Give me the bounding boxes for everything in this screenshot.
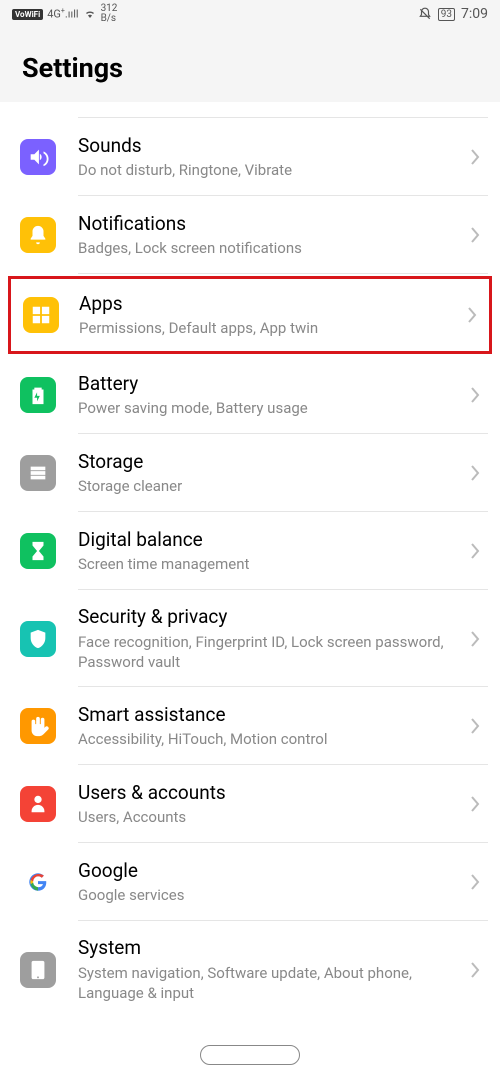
row-subtitle: Google services	[78, 885, 462, 905]
row-text: SoundsDo not disturb, Ringtone, Vibrate	[78, 134, 462, 181]
row-subtitle: Permissions, Default apps, App twin	[79, 318, 459, 338]
row-subtitle: Screen time management	[78, 554, 462, 574]
settings-row-smart-assistance[interactable]: Smart assistanceAccessibility, HiTouch, …	[0, 687, 500, 765]
settings-row-notifications[interactable]: NotificationsBadges, Lock screen notific…	[0, 196, 500, 274]
row-subtitle: Users, Accounts	[78, 807, 462, 827]
row-subtitle: Accessibility, HiTouch, Motion control	[78, 729, 462, 749]
chevron-right-icon	[470, 795, 480, 813]
row-text: AppsPermissions, Default apps, App twin	[79, 292, 459, 339]
row-subtitle: Face recognition, Fingerprint ID, Lock s…	[78, 632, 462, 673]
google-icon	[20, 864, 56, 900]
row-text: NotificationsBadges, Lock screen notific…	[78, 212, 462, 259]
row-subtitle: System navigation, Software update, Abou…	[78, 963, 462, 1004]
settings-row-users-accounts[interactable]: Users & accountsUsers, Accounts	[0, 765, 500, 843]
settings-row-apps[interactable]: AppsPermissions, Default apps, App twin	[8, 276, 492, 354]
chevron-right-icon	[470, 542, 480, 560]
status-left: VoWiFi 4G+.ııll 312B/s	[12, 4, 117, 24]
row-title: Smart assistance	[78, 703, 462, 728]
phone-icon	[20, 952, 56, 988]
row-text: Security & privacyFace recognition, Fing…	[78, 605, 462, 672]
row-text: Digital balanceScreen time management	[78, 528, 462, 575]
settings-row-security-privacy[interactable]: Security & privacyFace recognition, Fing…	[0, 590, 500, 687]
row-title: Security & privacy	[78, 605, 462, 630]
chevron-right-icon	[470, 873, 480, 891]
clock: 7:09	[461, 6, 488, 22]
row-title: Notifications	[78, 212, 462, 237]
row-text: SystemSystem navigation, Software update…	[78, 936, 462, 1003]
row-title: Storage	[78, 450, 462, 475]
row-subtitle: Storage cleaner	[78, 476, 462, 496]
apps-icon	[23, 297, 59, 333]
hand-icon	[20, 708, 56, 744]
page-title: Settings	[22, 52, 478, 84]
row-title: Google	[78, 859, 462, 884]
header: Settings	[0, 28, 500, 102]
partial-row-top	[0, 102, 500, 118]
settings-row-digital-balance[interactable]: Digital balanceScreen time management	[0, 512, 500, 590]
row-title: System	[78, 936, 462, 961]
row-text: Smart assistanceAccessibility, HiTouch, …	[78, 703, 462, 750]
row-text: Users & accountsUsers, Accounts	[78, 781, 462, 828]
sound-icon	[20, 139, 56, 175]
wifi-icon	[83, 8, 97, 20]
settings-list: SoundsDo not disturb, Ringtone, Vibrate N…	[0, 102, 500, 1018]
settings-row-sounds[interactable]: SoundsDo not disturb, Ringtone, Vibrate	[0, 118, 500, 196]
chevron-right-icon	[470, 148, 480, 166]
shield-icon	[20, 621, 56, 657]
row-title: Users & accounts	[78, 781, 462, 806]
settings-row-system[interactable]: SystemSystem navigation, Software update…	[0, 921, 500, 1018]
user-icon	[20, 786, 56, 822]
status-bar: VoWiFi 4G+.ııll 312B/s 93 7:09	[0, 0, 500, 28]
row-text: GoogleGoogle services	[78, 859, 462, 906]
chevron-right-icon	[470, 226, 480, 244]
bell-icon	[20, 217, 56, 253]
row-text: BatteryPower saving mode, Battery usage	[78, 372, 462, 419]
hourglass-icon	[20, 533, 56, 569]
row-title: Digital balance	[78, 528, 462, 553]
settings-row-google[interactable]: GoogleGoogle services	[0, 843, 500, 921]
vowifi-badge: VoWiFi	[12, 9, 43, 20]
speed-indicator: 312B/s	[101, 4, 118, 24]
row-title: Apps	[79, 292, 459, 317]
row-title: Battery	[78, 372, 462, 397]
network-indicator: 4G+.ııll	[47, 7, 78, 21]
row-title: Sounds	[78, 134, 462, 159]
battery-icon	[20, 377, 56, 413]
nav-home-pill[interactable]	[200, 1045, 300, 1065]
battery-indicator: 93	[438, 8, 455, 21]
row-subtitle: Power saving mode, Battery usage	[78, 398, 462, 418]
row-subtitle: Badges, Lock screen notifications	[78, 238, 462, 258]
chevron-right-icon	[470, 961, 480, 979]
chevron-right-icon	[470, 386, 480, 404]
settings-row-storage[interactable]: StorageStorage cleaner	[0, 434, 500, 512]
chevron-right-icon	[467, 306, 477, 324]
row-text: StorageStorage cleaner	[78, 450, 462, 497]
mute-icon	[418, 7, 432, 21]
status-right: 93 7:09	[418, 6, 488, 22]
row-subtitle: Do not disturb, Ringtone, Vibrate	[78, 160, 462, 180]
storage-icon	[20, 455, 56, 491]
chevron-right-icon	[470, 464, 480, 482]
settings-row-battery[interactable]: BatteryPower saving mode, Battery usage	[0, 356, 500, 434]
chevron-right-icon	[470, 717, 480, 735]
chevron-right-icon	[470, 630, 480, 648]
